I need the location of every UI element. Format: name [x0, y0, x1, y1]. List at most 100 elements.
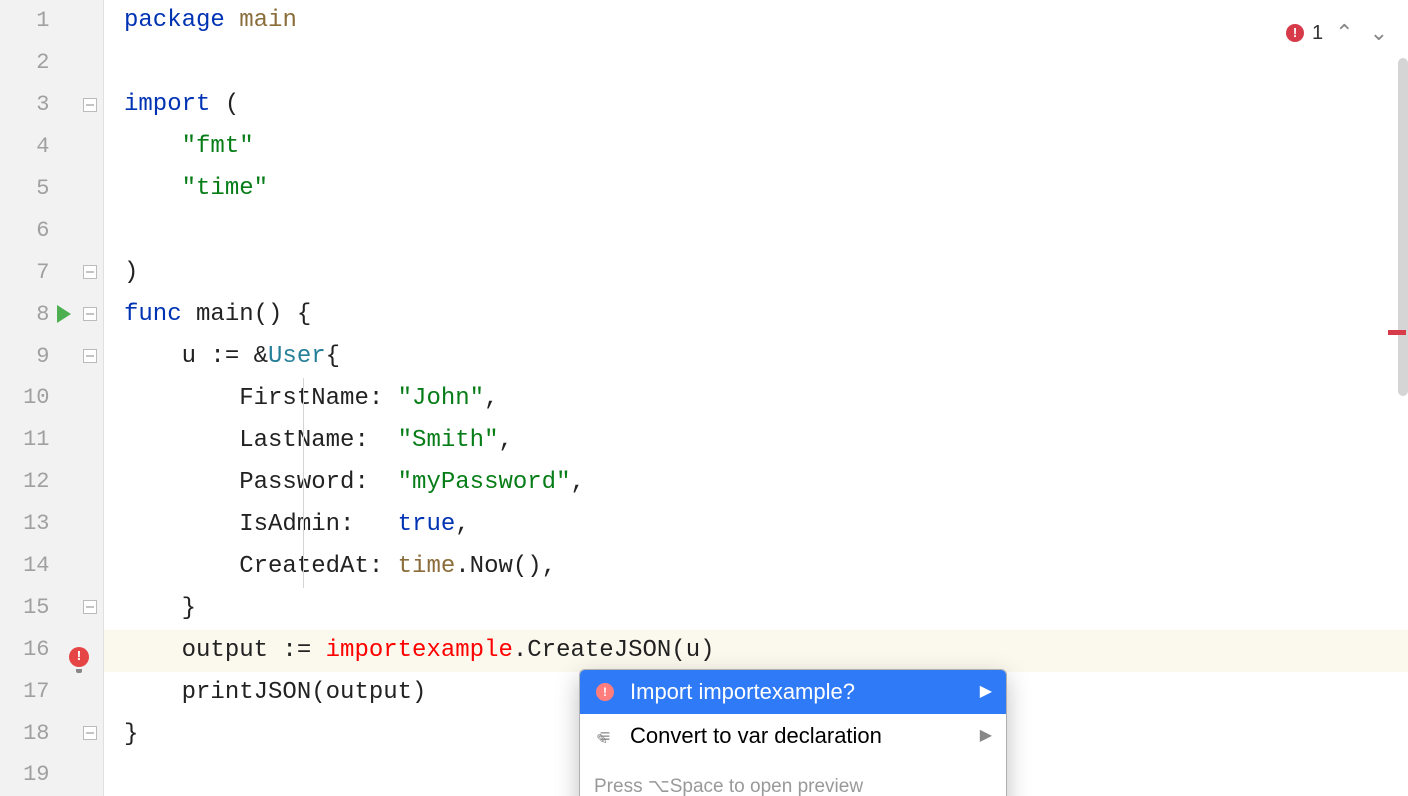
run-icon[interactable]: [57, 305, 71, 323]
gutter-icons: [50, 461, 104, 503]
fold-icon[interactable]: [83, 349, 97, 363]
gutter-row: 7: [0, 251, 103, 293]
code-line-15[interactable]: }: [104, 588, 1408, 630]
gutter-icons: [50, 126, 104, 168]
fold-icon[interactable]: [83, 265, 97, 279]
gutter-row: 13: [0, 503, 103, 545]
gutter-icons: !: [50, 628, 104, 670]
import-time: "time": [182, 168, 268, 210]
line-number: 3: [0, 92, 50, 117]
line-number: 1: [0, 8, 50, 33]
line-number: 17: [0, 679, 50, 704]
gutter-row: 6: [0, 209, 103, 251]
gutter-icons: [50, 670, 104, 712]
gutter-icons: [50, 293, 104, 335]
package-name: main: [239, 0, 297, 42]
gutter-icons: [50, 503, 104, 545]
intention-import[interactable]: ! Import importexample? ▶: [580, 670, 1006, 714]
gutter-icons: [50, 251, 104, 293]
line-number: 18: [0, 721, 50, 746]
code-area[interactable]: ! 1 ⌃ ⌄ package main import ( "fmt" "tim…: [104, 0, 1408, 796]
line-number: 10: [0, 385, 50, 410]
field-isadmin: IsAdmin:: [239, 504, 354, 546]
import-fmt: "fmt": [182, 126, 254, 168]
gutter-row: 19: [0, 754, 103, 796]
gutter-icons: [50, 335, 104, 377]
gutter-row: 17: [0, 670, 103, 712]
gutter-row: 8: [0, 293, 103, 335]
keyword-func: func: [124, 294, 182, 336]
code-line-1[interactable]: package main: [104, 0, 1408, 42]
gutter-row: 1: [0, 0, 103, 42]
edit-icon: [594, 725, 616, 747]
next-error-icon[interactable]: ⌄: [1366, 12, 1392, 54]
error-count: 1: [1312, 12, 1323, 54]
keyword-package: package: [124, 0, 225, 42]
fold-icon[interactable]: [83, 726, 97, 740]
line-number: 16: [0, 637, 50, 662]
line-number: 15: [0, 595, 50, 620]
code-line-2[interactable]: [104, 42, 1408, 84]
code-line-9[interactable]: u := &User{: [104, 336, 1408, 378]
code-line-8[interactable]: func main() {: [104, 294, 1408, 336]
code-line-7[interactable]: ): [104, 252, 1408, 294]
gutter: 12345678910111213141516!171819: [0, 0, 104, 796]
intention-popup: ! Import importexample? ▶ Convert to var…: [579, 669, 1007, 796]
line-number: 6: [0, 218, 50, 243]
scrollbar-thumb[interactable]: [1398, 58, 1408, 396]
line-number: 12: [0, 469, 50, 494]
intention-convert-var[interactable]: Convert to var declaration ▶: [580, 714, 1006, 758]
line-number: 19: [0, 762, 50, 787]
code-line-5[interactable]: "time": [104, 168, 1408, 210]
func-main: main: [196, 294, 254, 336]
intention-bulb-icon[interactable]: !: [69, 647, 89, 667]
code-line-3[interactable]: import (: [104, 84, 1408, 126]
code-line-13[interactable]: IsAdmin: true,: [104, 504, 1408, 546]
line-number: 8: [0, 302, 50, 327]
error-bulb-icon: !: [594, 681, 616, 703]
prev-error-icon[interactable]: ⌃: [1331, 12, 1357, 54]
gutter-row: 15: [0, 586, 103, 628]
gutter-icons: [50, 754, 104, 796]
field-firstname: FirstName:: [239, 378, 383, 420]
intention-hint: Press ⌥Space to open preview: [580, 758, 1006, 796]
gutter-row: 11: [0, 419, 103, 461]
gutter-row: 12: [0, 461, 103, 503]
line-number: 14: [0, 553, 50, 578]
line-number: 5: [0, 176, 50, 201]
gutter-icons: [50, 0, 104, 42]
field-createdat: CreatedAt:: [239, 546, 383, 588]
gutter-icons: [50, 586, 104, 628]
line-number: 2: [0, 50, 50, 75]
code-line-6[interactable]: [104, 210, 1408, 252]
field-password: Password:: [239, 462, 369, 504]
gutter-row: 3: [0, 84, 103, 126]
error-stripe-marker[interactable]: [1388, 330, 1406, 335]
line-number: 7: [0, 260, 50, 285]
gutter-icons: [50, 419, 104, 461]
code-line-14[interactable]: CreatedAt: time.Now(),: [104, 546, 1408, 588]
gutter-row: 18: [0, 712, 103, 754]
fold-icon[interactable]: [83, 98, 97, 112]
fold-icon[interactable]: [83, 600, 97, 614]
gutter-icons: [50, 209, 104, 251]
line-number: 13: [0, 511, 50, 536]
intention-convert-var-label: Convert to var declaration: [630, 715, 882, 757]
fold-icon[interactable]: [83, 307, 97, 321]
field-lastname: LastName:: [239, 420, 369, 462]
line-number: 9: [0, 344, 50, 369]
gutter-row: 16!: [0, 628, 103, 670]
keyword-import: import: [124, 84, 210, 126]
inspection-widget[interactable]: ! 1 ⌃ ⌄: [1286, 12, 1392, 54]
submenu-arrow-icon: ▶: [980, 671, 992, 713]
error-icon: !: [1286, 24, 1304, 42]
gutter-row: 9: [0, 335, 103, 377]
call-printjson: printJSON(output): [182, 672, 427, 714]
code-line-11[interactable]: LastName: "Smith",: [104, 420, 1408, 462]
gutter-icons: [50, 545, 104, 587]
code-line-4[interactable]: "fmt": [104, 126, 1408, 168]
code-line-12[interactable]: Password: "myPassword",: [104, 462, 1408, 504]
code-line-16[interactable]: output := importexample.CreateJSON(u): [104, 630, 1408, 672]
code-line-10[interactable]: FirstName: "John",: [104, 378, 1408, 420]
line-number: 4: [0, 134, 50, 159]
